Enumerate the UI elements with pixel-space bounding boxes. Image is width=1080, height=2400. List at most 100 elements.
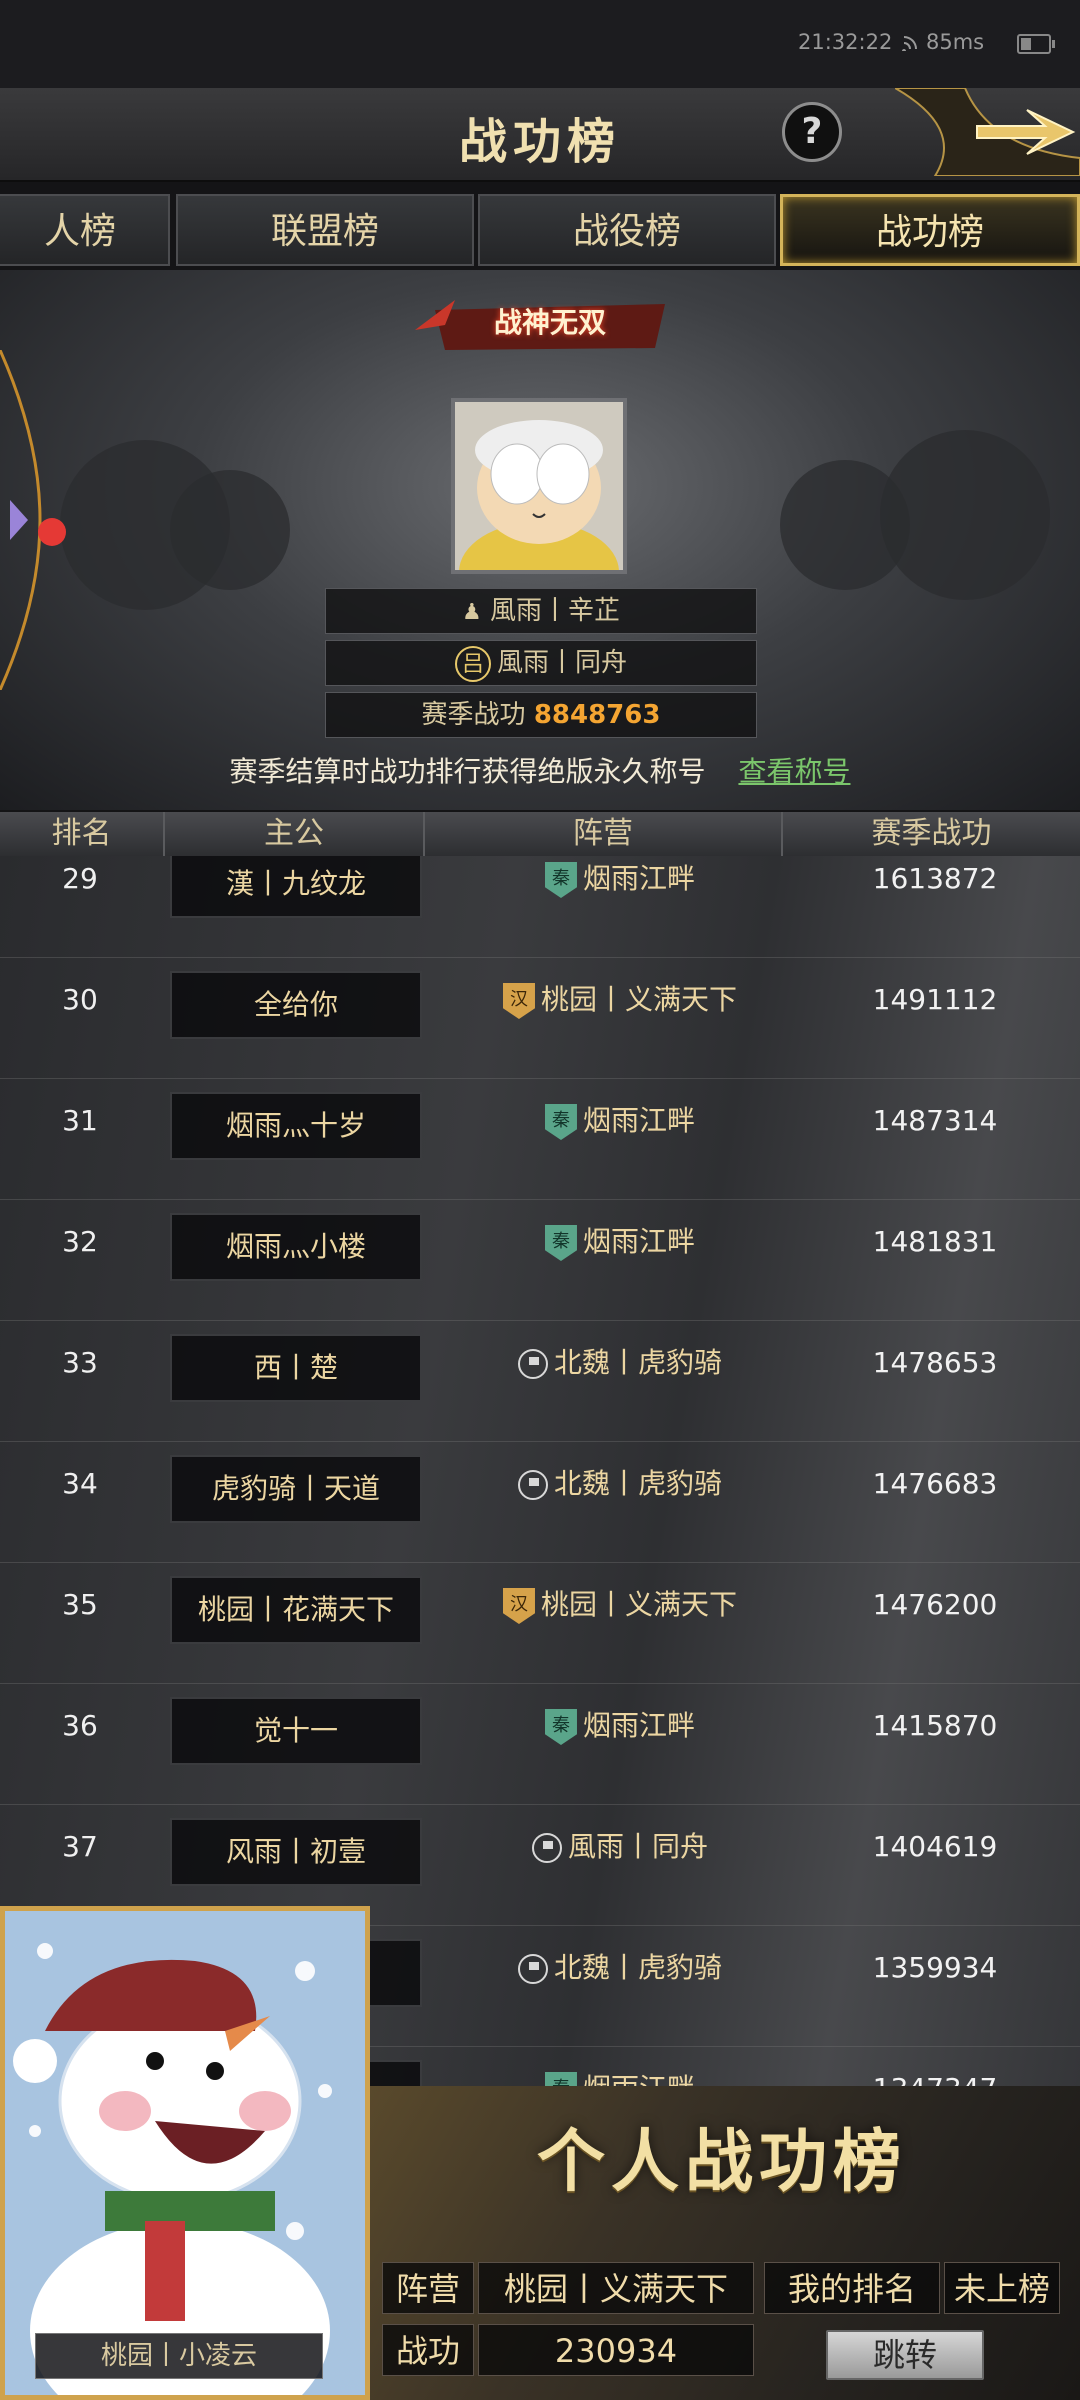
row-camp: 秦烟雨江畔 <box>430 2054 810 2086</box>
row-merit: 1487314 <box>872 1104 998 1137</box>
header-rank: 排名 <box>0 812 165 856</box>
table-header: 排名 主公 阵营 赛季战功 <box>0 812 1080 856</box>
ranking-list[interactable]: 29 漢丨九纹龙秦烟雨江畔 1613872 30 全给你汉桃园丨义满天下 1491112 3… <box>0 856 1080 2086</box>
row-lord-name[interactable]: 桃园丨花满天下 <box>170 1576 422 1644</box>
snowman-avatar-icon <box>5 1911 365 2395</box>
row-merit: 1359934 <box>872 1951 998 1984</box>
camp-shield-icon: 汉 <box>502 1588 535 1624</box>
header-lord: 主公 <box>165 812 425 856</box>
row-merit: 1478653 <box>872 1346 998 1379</box>
jump-button[interactable]: 跳转 <box>826 2330 984 2380</box>
reward-note: 赛季结算时战功排行获得绝版永久称号 查看称号 <box>0 750 1080 790</box>
row-camp: 北魏丨虎豹骑 <box>430 1328 810 1398</box>
champion-panel: 战神无双 ♟ 風雨丨辛芷 吕風雨丨同舟 赛季战功 8848763 赛季结算时战功… <box>0 270 1080 810</box>
tab-person[interactable]: 人榜 <box>0 194 170 266</box>
header-merit: 赛季战功 <box>871 816 992 851</box>
background-drum <box>880 430 1050 600</box>
row-rank: 31 <box>62 1104 98 1137</box>
tab-merit[interactable]: 战功榜 <box>780 194 1080 266</box>
player-name: 桃园丨小凌云 <box>35 2333 323 2379</box>
flag-icon <box>517 1470 548 1500</box>
row-rank: 37 <box>62 1830 98 1863</box>
row-rank: 35 <box>62 1588 98 1621</box>
row-lord-name[interactable]: 觉十一 <box>170 1697 422 1765</box>
table-row[interactable]: 29 漢丨九纹龙秦烟雨江畔 1613872 <box>0 856 1080 958</box>
champion-name-box: ♟ 風雨丨辛芷 <box>325 588 757 634</box>
tab-alliance[interactable]: 联盟榜 <box>176 194 474 266</box>
person-icon: ♟ <box>461 600 482 625</box>
battery-icon <box>1017 34 1055 54</box>
camp-shield-icon: 秦 <box>544 1104 577 1140</box>
badge-text: 战神无双 <box>493 306 606 339</box>
row-camp-name: 桃园丨义满天下 <box>540 1588 737 1621</box>
row-lord-name[interactable]: 西丨楚 <box>170 1334 422 1402</box>
my-camp-value: 桃园丨义满天下 <box>478 2262 754 2314</box>
row-camp: 北魏丨虎豹骑 <box>430 1933 810 2003</box>
my-rank-value: 未上榜 <box>944 2262 1060 2314</box>
row-camp: 秦烟雨江畔 <box>430 1207 810 1277</box>
title-badge: 战神无双 <box>415 290 685 360</box>
row-merit: 1481831 <box>872 1225 998 1258</box>
table-row[interactable]: 33 西丨楚 北魏丨虎豹骑 1478653 <box>0 1320 1080 1442</box>
camp-shield-icon: 秦 <box>544 1225 577 1261</box>
row-camp-name: 北魏丨虎豹骑 <box>553 1467 722 1500</box>
row-camp-name: 烟雨江畔 <box>582 1104 695 1137</box>
row-camp: 北魏丨虎豹骑 <box>430 1449 810 1519</box>
row-rank: 36 <box>62 1709 98 1742</box>
table-row[interactable]: 35 桃园丨花满天下汉桃园丨义满天下 1476200 <box>0 1562 1080 1684</box>
view-titles-link[interactable]: 查看称号 <box>738 755 850 788</box>
my-camp-label: 阵营 <box>382 2262 474 2314</box>
camp-shield-icon: 秦 <box>544 1709 577 1745</box>
personal-rank-panel: 个人战功榜 阵营 桃园丨义满天下 我的排名 未上榜 战功 230934 跳转 <box>362 2086 1080 2400</box>
row-camp-name: 烟雨江畔 <box>583 2072 695 2086</box>
help-button[interactable]: ? <box>782 102 842 162</box>
row-camp: 風雨丨同舟 <box>430 1812 810 1882</box>
champion-avatar[interactable] <box>451 398 627 574</box>
background-drum <box>170 470 290 590</box>
row-lord-name[interactable]: 漢丨九纹龙 <box>170 856 422 918</box>
row-camp: 秦烟雨江畔 <box>430 1086 810 1156</box>
row-lord-name[interactable]: 全给你 <box>170 971 422 1039</box>
table-row[interactable]: 31 烟雨灬十岁秦烟雨江畔 1487314 <box>0 1078 1080 1200</box>
row-camp-name: 北魏丨虎豹骑 <box>553 1951 722 1984</box>
champion-name: 風雨丨辛芷 <box>489 596 620 626</box>
tab-campaign[interactable]: 战役榜 <box>478 194 776 266</box>
flag-icon <box>531 1833 562 1863</box>
row-rank: 32 <box>62 1225 98 1258</box>
row-camp-name: 烟雨江畔 <box>582 1709 695 1742</box>
status-time: 21:32:22 <box>798 30 893 54</box>
row-lord-name[interactable]: 烟雨灬十岁 <box>170 1092 422 1160</box>
alliance-tag-icon: 吕 <box>454 645 491 682</box>
row-camp: 汉桃园丨义满天下 <box>430 1570 810 1640</box>
wifi-icon <box>902 36 917 51</box>
table-row[interactable]: 36 觉十一秦烟雨江畔 1415870 <box>0 1683 1080 1805</box>
reward-note-text: 赛季结算时战功排行获得绝版永久称号 <box>229 755 706 788</box>
table-row[interactable]: 34 虎豹骑丨天道 北魏丨虎豹骑 1476683 <box>0 1441 1080 1563</box>
row-merit: 1476200 <box>872 1588 998 1621</box>
row-lord-name[interactable]: 风雨丨初壹 <box>170 1818 422 1886</box>
row-camp-name: 風雨丨同舟 <box>567 1830 708 1863</box>
table-row[interactable]: 30 全给你汉桃园丨义满天下 1491112 <box>0 957 1080 1079</box>
row-merit: 1491112 <box>872 983 998 1016</box>
row-camp-name: 烟雨江畔 <box>582 1225 695 1258</box>
row-camp: 秦烟雨江畔 <box>430 856 810 914</box>
camp-shield-icon: 秦 <box>544 2072 577 2086</box>
my-merit-value: 230934 <box>478 2324 754 2376</box>
row-camp: 秦烟雨江畔 <box>430 1691 810 1761</box>
row-rank: 30 <box>62 983 98 1016</box>
row-lord-name[interactable]: 虎豹骑丨天道 <box>170 1455 422 1523</box>
latency-text: 85ms <box>926 30 985 54</box>
row-merit: 1613872 <box>872 862 998 895</box>
personal-title: 个人战功榜 <box>536 2122 907 2202</box>
champion-merit-label: 赛季战功 <box>421 700 526 730</box>
row-merit: 1404619 <box>872 1830 998 1863</box>
row-rank: 29 <box>62 862 98 895</box>
flag-icon <box>517 1349 548 1379</box>
row-merit: 1476683 <box>872 1467 998 1500</box>
champion-merit-box: 赛季战功 8848763 <box>325 692 757 738</box>
back-arrow-icon[interactable] <box>895 88 1080 176</box>
table-row[interactable]: 32 烟雨灬小楼秦烟雨江畔 1481831 <box>0 1199 1080 1321</box>
row-lord-name[interactable]: 烟雨灬小楼 <box>170 1213 422 1281</box>
status-bar: 21:32:22 85ms <box>0 0 1080 88</box>
player-card[interactable]: 桃园丨小凌云 <box>0 1906 370 2400</box>
